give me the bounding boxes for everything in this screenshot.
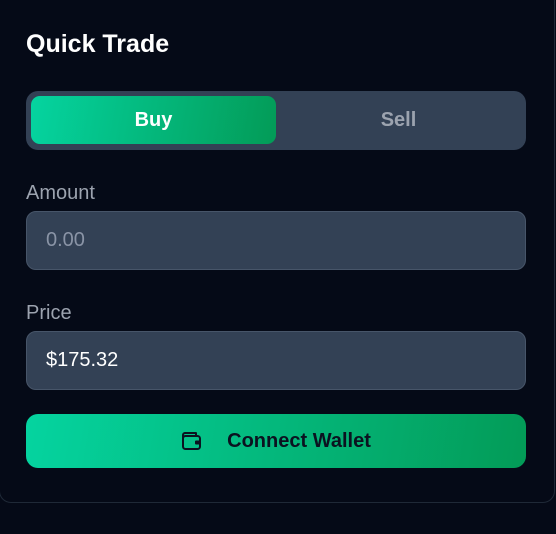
buy-tab[interactable]: Buy — [31, 96, 276, 144]
amount-label: Amount — [26, 182, 95, 204]
price-label: Price — [26, 302, 72, 324]
panel-title: Quick Trade — [26, 30, 170, 58]
amount-input[interactable] — [26, 211, 526, 270]
connect-wallet-button[interactable]: Connect Wallet — [26, 414, 526, 468]
sell-tab[interactable]: Sell — [276, 96, 521, 144]
price-input[interactable] — [26, 331, 526, 390]
connect-wallet-label: Connect Wallet — [227, 429, 371, 452]
wallet-icon — [181, 431, 203, 451]
quick-trade-panel: Quick Trade Buy Sell Amount Price Connec… — [0, 0, 555, 503]
buy-sell-toggle: Buy Sell — [26, 91, 526, 150]
